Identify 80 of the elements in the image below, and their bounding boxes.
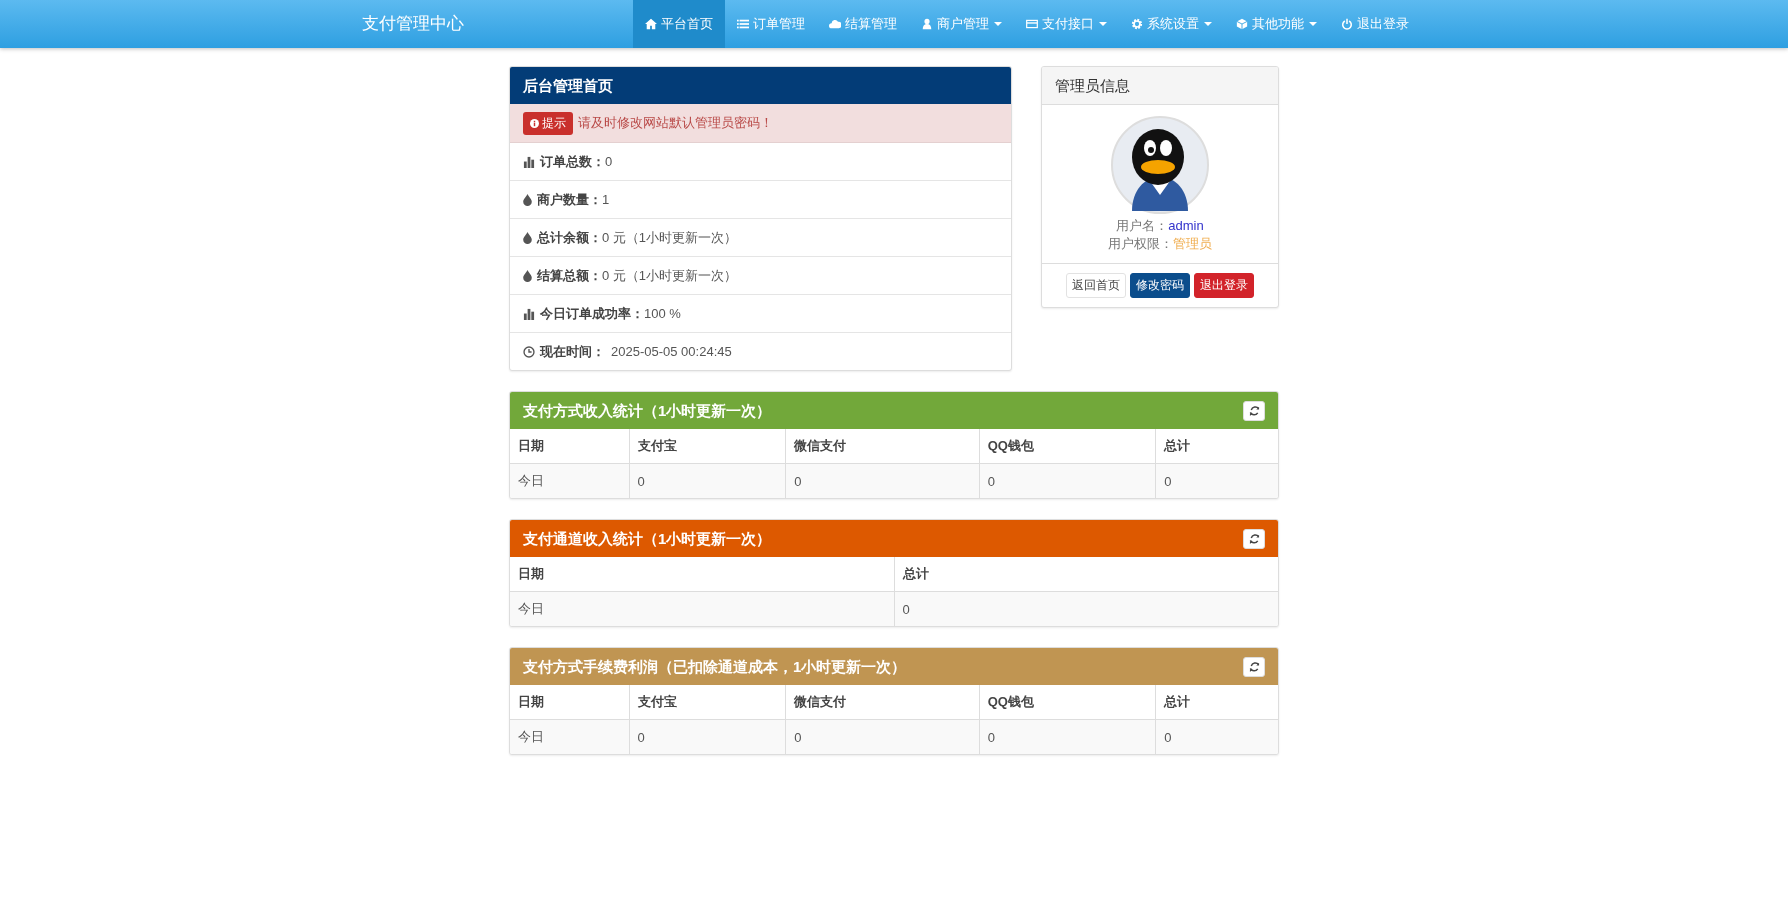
- column-header: 支付宝: [629, 685, 786, 720]
- column-header: 微信支付: [785, 429, 980, 464]
- refresh-icon: [1248, 405, 1260, 416]
- credit-card-icon: [1026, 18, 1038, 30]
- nav-item[interactable]: 其他功能: [1224, 0, 1329, 48]
- stat-value: 0: [605, 154, 613, 169]
- table-cell: 0: [894, 591, 1278, 626]
- table-cell: 0: [1155, 719, 1278, 754]
- clock-icon: [523, 345, 535, 358]
- table-cell: 0: [979, 719, 1156, 754]
- stat-label: 商户数量：: [537, 190, 602, 209]
- power-icon: [1341, 18, 1353, 30]
- stat-label: 结算总额：: [537, 266, 602, 285]
- panel-title: 支付通道收入统计（1小时更新一次）: [523, 529, 772, 549]
- nav-item[interactable]: 订单管理: [725, 0, 817, 48]
- column-header: 微信支付: [785, 685, 980, 720]
- panel-title: 支付方式收入统计（1小时更新一次）: [523, 401, 772, 421]
- stat-value: 100 %: [644, 306, 681, 321]
- list-icon: [737, 18, 749, 30]
- alert-message: 请及时修改网站默认管理员密码！: [578, 114, 773, 132]
- column-header: 日期: [510, 557, 894, 592]
- column-header: 日期: [510, 429, 630, 464]
- bar-chart-icon: [523, 307, 535, 320]
- settings-icon: [1131, 18, 1143, 30]
- home-icon: [645, 18, 657, 30]
- nav-item[interactable]: 商户管理: [909, 0, 1014, 48]
- drop-icon: [523, 231, 532, 244]
- stat-label: 订单总数：: [540, 152, 605, 171]
- nav-item[interactable]: 结算管理: [817, 0, 909, 48]
- role-label: 用户权限：: [1108, 236, 1173, 251]
- column-header: 总计: [1155, 429, 1278, 464]
- table-cell: 今日: [510, 463, 630, 498]
- user-role: 管理员: [1173, 236, 1212, 251]
- button[interactable]: 退出登录: [1194, 273, 1254, 298]
- bar-chart-icon: [523, 155, 535, 168]
- column-header: 日期: [510, 685, 630, 720]
- column-header: 总计: [1155, 685, 1278, 720]
- table-cell: 0: [629, 719, 786, 754]
- nav-item[interactable]: 系统设置: [1119, 0, 1224, 48]
- table-cell: 0: [1155, 463, 1278, 498]
- stat-label: 今日订单成功率：: [540, 304, 644, 323]
- refresh-icon: [1248, 661, 1260, 672]
- button[interactable]: 修改密码: [1130, 273, 1190, 298]
- stat-value: 2025-05-05 00:24:45: [611, 344, 732, 359]
- refresh-button[interactable]: [1243, 400, 1265, 421]
- drop-icon: [523, 193, 532, 206]
- panel-title: 支付方式手续费利润（已扣除通道成本，1小时更新一次）: [523, 657, 907, 677]
- stat-value: 0 元（1小时更新一次）: [602, 266, 738, 285]
- nav-item[interactable]: 平台首页: [633, 0, 725, 48]
- brand-title[interactable]: 支付管理中心: [354, 0, 633, 48]
- button[interactable]: 返回首页: [1066, 273, 1126, 298]
- user-icon: [921, 18, 933, 30]
- refresh-icon: [1248, 533, 1260, 544]
- cloud-icon: [829, 18, 841, 30]
- refresh-button[interactable]: [1243, 528, 1265, 549]
- table-cell: 0: [785, 719, 980, 754]
- nav-item[interactable]: 支付接口: [1014, 0, 1119, 48]
- table-cell: 0: [785, 463, 980, 498]
- table-cell: 今日: [510, 591, 894, 626]
- stat-label: 总计余额：: [537, 228, 602, 247]
- username-label: 用户名：: [1116, 218, 1169, 233]
- stat-value: 0 元（1小时更新一次）: [602, 228, 738, 247]
- table-cell: 0: [629, 463, 786, 498]
- column-header: QQ钱包: [979, 429, 1156, 464]
- table-cell: 0: [979, 463, 1156, 498]
- refresh-button[interactable]: [1243, 656, 1265, 677]
- stat-value: 1: [602, 192, 610, 207]
- column-header: QQ钱包: [979, 685, 1156, 720]
- cube-icon: [1236, 18, 1248, 30]
- info-icon: [530, 118, 539, 128]
- column-header: 支付宝: [629, 429, 786, 464]
- drop-icon: [523, 269, 532, 282]
- stat-label: 现在时间：: [540, 342, 605, 361]
- badge-text: 提示: [542, 114, 566, 132]
- nav-item[interactable]: 退出登录: [1329, 0, 1421, 48]
- column-header: 总计: [894, 557, 1278, 592]
- table-cell: 今日: [510, 719, 630, 754]
- panel-heading: 管理员信息: [1042, 67, 1278, 105]
- panel-heading: 后台管理首页: [510, 67, 1011, 104]
- username: admin: [1168, 218, 1204, 233]
